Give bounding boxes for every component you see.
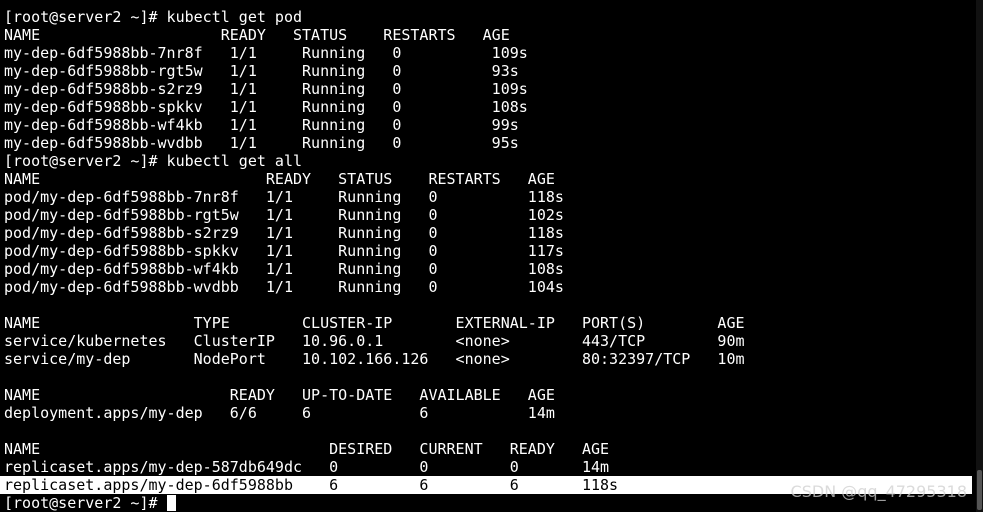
terminal-line: service/my-dep NodePort 10.102.166.126 <…: [4, 350, 745, 368]
terminal-line: deployment.apps/my-dep 6/6 6 6 14m: [4, 404, 555, 422]
vertical-scrollbar[interactable]: [976, 0, 983, 512]
terminal-line: NAME DESIRED CURRENT READY AGE: [4, 440, 610, 458]
terminal-line: service/kubernetes ClusterIP 10.96.0.1 <…: [4, 332, 745, 350]
terminal-line: my-dep-6df5988bb-wvdbb 1/1 Running 0 95s: [4, 134, 519, 152]
terminal-line: [root@server2 ~]# kubectl get all: [4, 152, 303, 170]
text-cursor: [166, 495, 176, 511]
terminal-line: pod/my-dep-6df5988bb-wf4kb 1/1 Running 0…: [4, 260, 564, 278]
terminal-line: NAME READY UP-TO-DATE AVAILABLE AGE: [4, 386, 555, 404]
prompt-text: [root@server2 ~]#: [4, 494, 158, 512]
terminal-line: pod/my-dep-6df5988bb-rgt5w 1/1 Running 0…: [4, 206, 564, 224]
terminal-line: replicaset.apps/my-dep-587db649dc 0 0 0 …: [4, 458, 610, 476]
terminal-line: pod/my-dep-6df5988bb-spkkv 1/1 Running 0…: [4, 242, 564, 260]
terminal-line: NAME TYPE CLUSTER-IP EXTERNAL-IP PORT(S)…: [4, 314, 745, 332]
terminal-line: NAME READY STATUS RESTARTS AGE: [4, 170, 555, 188]
scrollbar-thumb[interactable]: [977, 470, 982, 510]
terminal-window[interactable]: [root@server2 ~]# kubectl get pod NAME R…: [0, 0, 983, 512]
terminal-line: my-dep-6df5988bb-s2rz9 1/1 Running 0 109…: [4, 80, 528, 98]
terminal-line: NAME READY STATUS RESTARTS AGE: [4, 26, 510, 44]
terminal-line: my-dep-6df5988bb-rgt5w 1/1 Running 0 93s: [4, 62, 519, 80]
terminal-line: pod/my-dep-6df5988bb-s2rz9 1/1 Running 0…: [4, 224, 564, 242]
terminal-line: [root@server2 ~]# kubectl get pod: [4, 8, 303, 26]
terminal-line: my-dep-6df5988bb-7nr8f 1/1 Running 0 109…: [4, 44, 528, 62]
terminal-output: [root@server2 ~]# kubectl get pod NAME R…: [0, 8, 972, 512]
terminal-line: pod/my-dep-6df5988bb-7nr8f 1/1 Running 0…: [4, 188, 564, 206]
terminal-line: my-dep-6df5988bb-wf4kb 1/1 Running 0 99s: [4, 116, 519, 134]
terminal-line: pod/my-dep-6df5988bb-wvdbb 1/1 Running 0…: [4, 278, 564, 296]
csdn-watermark: CSDN @qq_47295318: [790, 482, 967, 501]
terminal-line: my-dep-6df5988bb-spkkv 1/1 Running 0 108…: [4, 98, 528, 116]
